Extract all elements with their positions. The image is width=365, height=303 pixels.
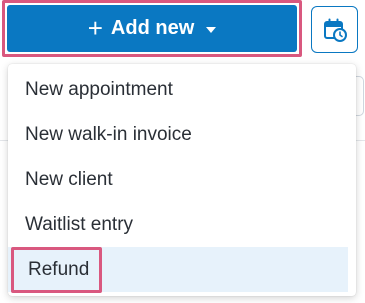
menu-item-label: Refund: [28, 258, 90, 280]
plus-icon: +: [87, 12, 103, 43]
menu-item-label: New client: [25, 168, 113, 190]
add-new-menu: New appointment New walk-in invoice New …: [8, 64, 356, 296]
calendar-clock-icon: [323, 18, 347, 42]
menu-item-label: New appointment: [25, 78, 173, 100]
menu-item-new-appointment[interactable]: New appointment: [8, 67, 356, 112]
menu-item-refund[interactable]: Refund: [8, 246, 348, 293]
caret-down-icon: [206, 26, 217, 33]
menu-item-waitlist-entry[interactable]: Waitlist entry: [8, 202, 356, 247]
menu-item-label: Waitlist entry: [25, 213, 134, 235]
refund-highlight: Refund: [11, 246, 103, 293]
add-new-label: Add new: [110, 17, 195, 39]
stage: + Add new New appointment New walk-in in…: [0, 0, 365, 303]
menu-item-new-client[interactable]: New client: [8, 157, 356, 202]
add-new-highlight: + Add new: [2, 0, 302, 57]
menu-item-new-walk-in-invoice[interactable]: New walk-in invoice: [8, 112, 356, 157]
add-new-button[interactable]: + Add new: [7, 5, 297, 52]
menu-item-label: New walk-in invoice: [25, 123, 192, 145]
calendar-button[interactable]: [311, 6, 358, 53]
